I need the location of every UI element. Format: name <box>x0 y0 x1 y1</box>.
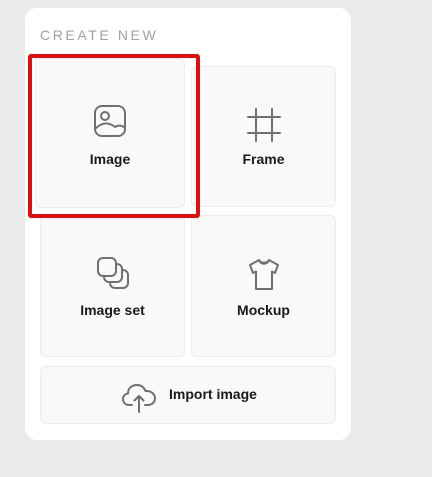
create-new-panel: CREATE NEW Image Frame Image set Mockup … <box>25 8 351 440</box>
tile-label-mockup: Mockup <box>237 302 290 318</box>
tile-label-image: Image <box>89 151 131 167</box>
create-frame-tile[interactable]: Frame <box>191 66 336 207</box>
image-icon <box>92 103 128 139</box>
create-mockup-tile[interactable]: Mockup <box>191 215 336 357</box>
frame-icon <box>246 107 282 143</box>
import-image-button[interactable]: Import image <box>40 366 336 424</box>
create-image-set-tile[interactable]: Image set <box>40 215 185 357</box>
tshirt-icon <box>246 256 282 292</box>
tile-label-image-set: Image set <box>80 302 145 318</box>
tile-label-import-image: Import image <box>169 386 257 402</box>
section-title: CREATE NEW <box>40 27 159 43</box>
tile-label-frame: Frame <box>242 151 285 167</box>
cloud-upload-icon <box>121 378 157 414</box>
image-set-icon <box>95 256 131 292</box>
create-image-tile[interactable]: Image <box>35 58 185 208</box>
